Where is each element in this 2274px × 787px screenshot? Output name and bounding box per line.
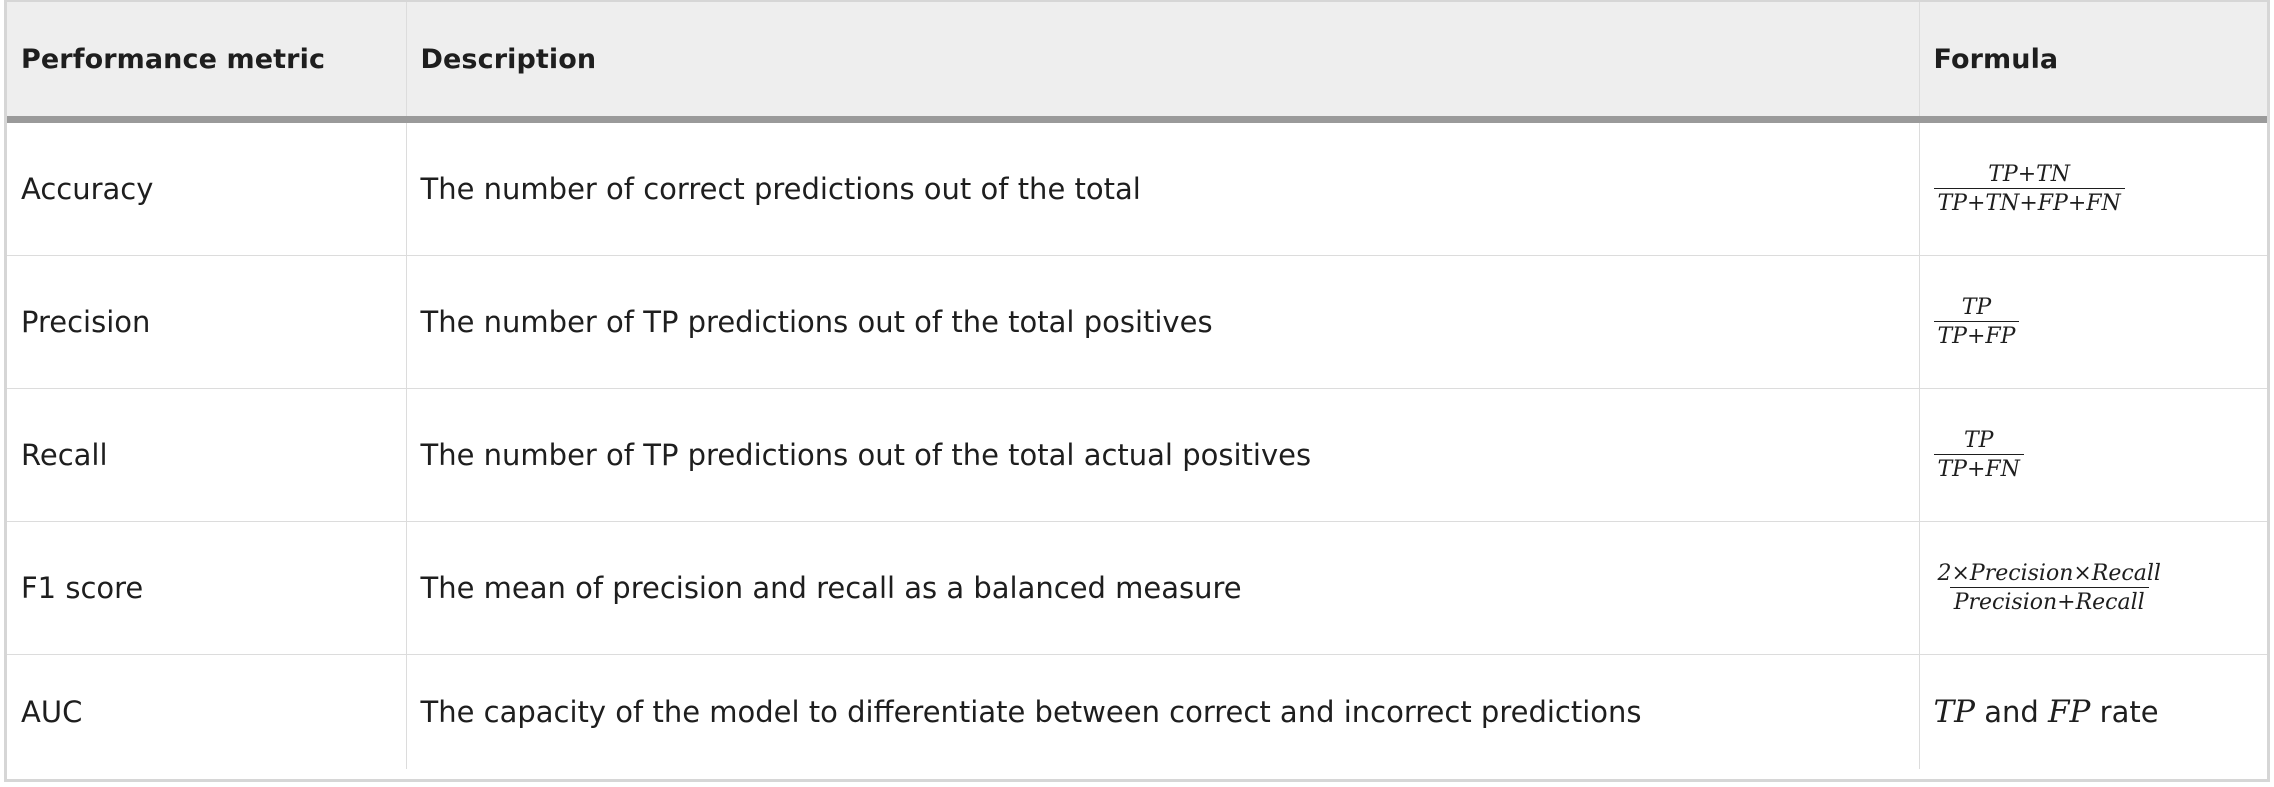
formula-numerator: TP [1961, 294, 1992, 320]
table-row: Precision The number of TP predictions o… [7, 255, 2267, 389]
formula-cell: TP TP+FP [1919, 255, 2267, 389]
description-cell: The capacity of the model to differentia… [406, 654, 1920, 769]
formula-term-fp: FP [2048, 694, 2091, 730]
formula-term-tp: TP [1933, 694, 1976, 730]
table-row: Accuracy The number of correct predictio… [7, 119, 2267, 256]
formula-fraction: TP+TN TP+TN+FP+FN [1933, 161, 2125, 215]
table-row: Recall The number of TP predictions out … [7, 388, 2267, 522]
header-formula: Formula [1919, 2, 2267, 123]
metrics-table: Performance metric Description Formula A… [7, 2, 2267, 769]
description-cell: The number of TP predictions out of the … [406, 388, 1920, 522]
formula-denominator: Precision+Recall [1949, 587, 2149, 614]
formula-numerator: TP [1963, 427, 1994, 453]
formula-denominator: TP+FN [1933, 454, 2024, 481]
formula-denominator: TP+TN+FP+FN [1933, 188, 2125, 215]
formula-fraction: TP TP+FP [1933, 294, 2020, 348]
header-row: Performance metric Description Formula [7, 2, 2267, 123]
metric-cell: Precision [7, 255, 407, 389]
formula-fraction: TP TP+FN [1933, 427, 2024, 481]
formula-suffix: rate [2099, 695, 2159, 729]
formula-cell: 2×Precision×Recall Precision+Recall [1919, 521, 2267, 655]
formula-numerator: 2×Precision×Recall [1937, 560, 2161, 586]
description-cell: The mean of precision and recall as a ba… [406, 521, 1920, 655]
header-description: Description [406, 2, 1920, 123]
table-row: AUC The capacity of the model to differe… [7, 654, 2267, 770]
metric-cell: Recall [7, 388, 407, 522]
formula-denominator: TP+FP [1933, 321, 2020, 348]
metric-cell: AUC [7, 654, 407, 769]
metrics-table-container: Performance metric Description Formula A… [4, 0, 2270, 782]
formula-cell: TP TP+FN [1919, 388, 2267, 522]
formula-connector: and [1984, 695, 2039, 729]
header-performance-metric: Performance metric [7, 2, 407, 123]
table-row: F1 score The mean of precision and recal… [7, 521, 2267, 655]
metric-cell: Accuracy [7, 119, 407, 256]
description-cell: The number of correct predictions out of… [406, 119, 1920, 256]
formula-cell: TP+TN TP+TN+FP+FN [1919, 119, 2267, 256]
formula-fraction: 2×Precision×Recall Precision+Recall [1934, 562, 2165, 614]
metric-cell: F1 score [7, 521, 407, 655]
formula-cell: TP and FP rate [1919, 655, 2267, 770]
description-cell: The number of TP predictions out of the … [406, 255, 1920, 389]
formula-numerator: TP+TN [1988, 161, 2071, 187]
